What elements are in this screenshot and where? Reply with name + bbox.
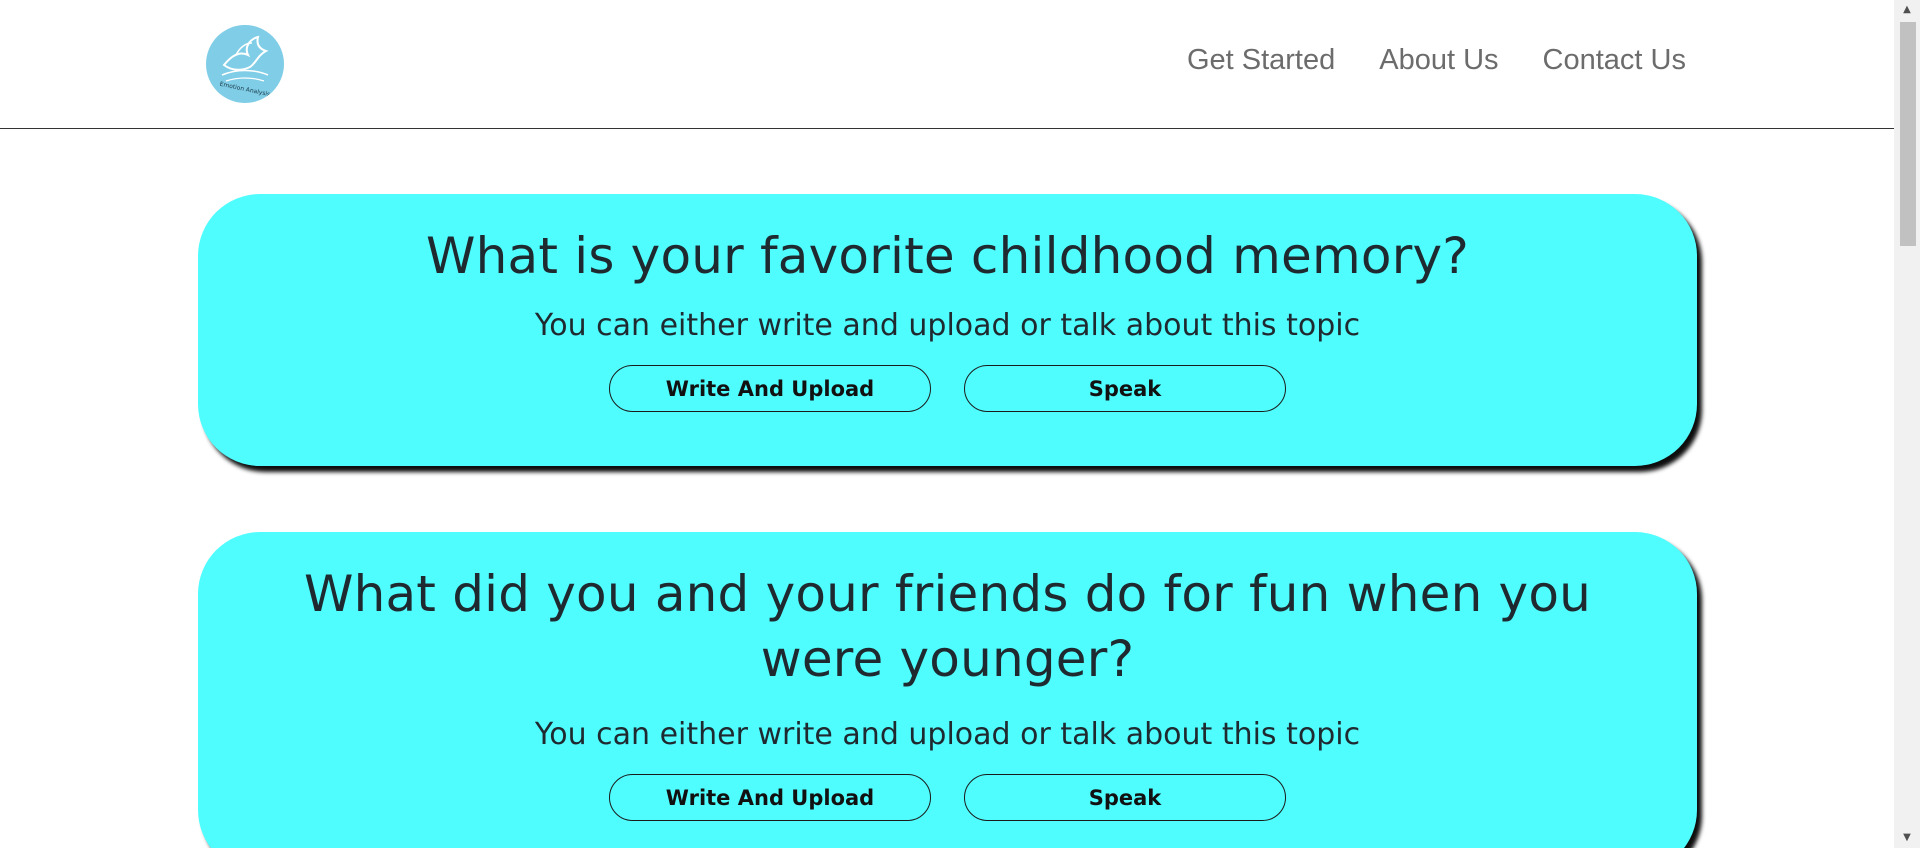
scrollbar-thumb[interactable] (1900, 22, 1916, 246)
speak-button[interactable]: Speak (964, 365, 1286, 412)
scroll-down-arrow-icon[interactable]: ▼ (1894, 828, 1920, 848)
topic-actions: Write And Upload Speak (198, 774, 1697, 821)
nav-get-started[interactable]: Get Started (1187, 44, 1335, 77)
vertical-scrollbar[interactable]: ▲ ▼ (1894, 0, 1920, 848)
topic-question: What is your favorite childhood memory? (425, 227, 1469, 285)
logo[interactable]: Emotion Analysis (206, 25, 284, 103)
topic-subtitle: You can either write and upload or talk … (534, 308, 1361, 343)
speak-button[interactable]: Speak (964, 774, 1286, 821)
navbar: Emotion Analysis Get Started About Us Co… (0, 0, 1894, 129)
nav-about-us[interactable]: About Us (1379, 44, 1498, 77)
topic-card: What is your favorite childhood memory? … (198, 194, 1697, 466)
page: Emotion Analysis Get Started About Us Co… (0, 0, 1894, 848)
write-and-upload-button[interactable]: Write And Upload (609, 774, 931, 821)
logo-text: Emotion Analysis (219, 81, 271, 99)
topic-subtitle: You can either write and upload or talk … (534, 717, 1361, 752)
topic-actions: Write And Upload Speak (198, 365, 1697, 412)
topic-question: What did you and your friends do for fun… (303, 565, 1592, 688)
scroll-up-arrow-icon[interactable]: ▲ (1894, 0, 1920, 20)
main-nav: Get Started About Us Contact Us (1187, 44, 1686, 77)
topic-card: What did you and your friends do for fun… (198, 532, 1697, 848)
nav-contact-us[interactable]: Contact Us (1543, 44, 1686, 77)
write-and-upload-button[interactable]: Write And Upload (609, 365, 931, 412)
dove-logo-icon: Emotion Analysis (219, 35, 271, 99)
